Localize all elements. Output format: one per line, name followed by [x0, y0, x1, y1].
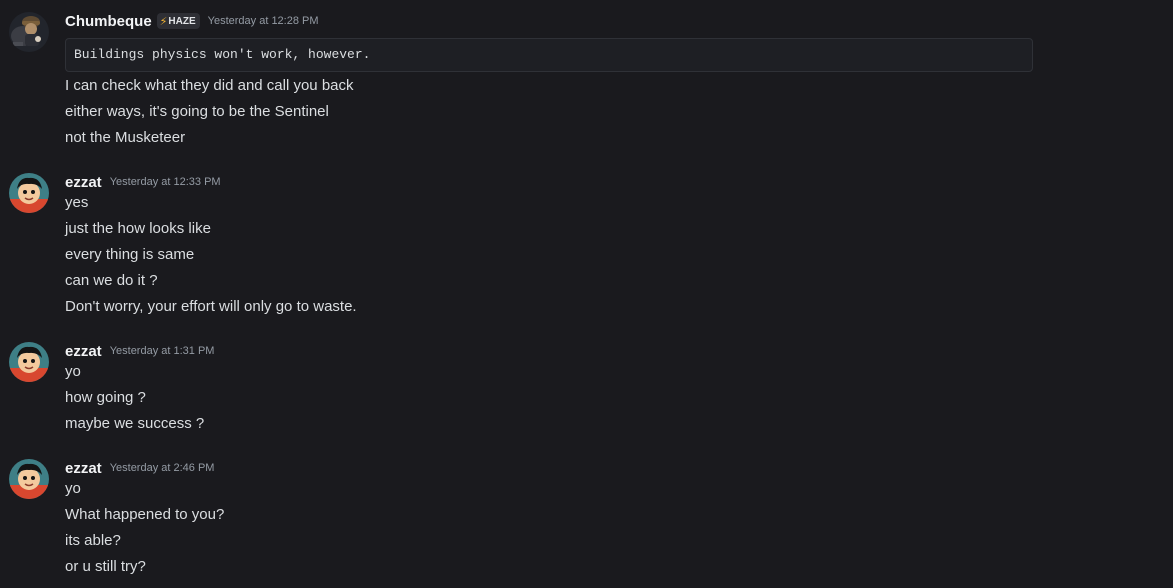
message-header: ezzat Yesterday at 2:46 PM: [65, 457, 214, 479]
chat-message-list: Chumbeque ⚡ HAZE Yesterday at 12:28 PM B…: [0, 0, 1173, 588]
username[interactable]: ezzat: [65, 343, 102, 360]
timestamp[interactable]: Yesterday at 1:31 PM: [110, 345, 215, 357]
timestamp[interactable]: Yesterday at 12:28 PM: [208, 15, 319, 27]
message-text: Don't worry, your effort will only go to…: [65, 298, 357, 315]
message-header: Chumbeque ⚡ HAZE Yesterday at 12:28 PM: [65, 10, 319, 32]
message-text: or u still try?: [65, 558, 146, 575]
message-text: every thing is same: [65, 246, 195, 263]
server-tag[interactable]: ⚡ HAZE: [156, 13, 200, 29]
avatar[interactable]: [9, 12, 49, 52]
message-text: yo: [65, 480, 81, 497]
message-text: how going ?: [65, 389, 146, 406]
username[interactable]: ezzat: [65, 460, 102, 477]
message-text: yo: [65, 363, 81, 380]
username[interactable]: Chumbeque: [65, 13, 152, 30]
message-header: ezzat Yesterday at 1:31 PM: [65, 340, 214, 362]
message-text: can we do it ?: [65, 272, 158, 289]
avatar[interactable]: [9, 342, 49, 382]
message-text: either ways, it's going to be the Sentin…: [65, 103, 329, 120]
message-text: just the how looks like: [65, 220, 211, 237]
message-text: its able?: [65, 532, 121, 549]
avatar[interactable]: [9, 173, 49, 213]
server-tag-label: HAZE: [168, 15, 196, 27]
timestamp[interactable]: Yesterday at 12:33 PM: [110, 176, 221, 188]
message-text: not the Musketeer: [65, 129, 186, 146]
message-text: I can check what they did and call you b…: [65, 77, 354, 94]
message-text: What happened to you?: [65, 506, 225, 523]
avatar[interactable]: [9, 459, 49, 499]
username[interactable]: ezzat: [65, 174, 102, 191]
timestamp[interactable]: Yesterday at 2:46 PM: [110, 462, 215, 474]
lightning-bolt-icon: ⚡: [159, 15, 168, 28]
message-text: maybe we success ?: [65, 415, 205, 432]
code-block: Buildings physics won't work, however.: [65, 38, 1033, 72]
message-text: yes: [65, 194, 89, 211]
